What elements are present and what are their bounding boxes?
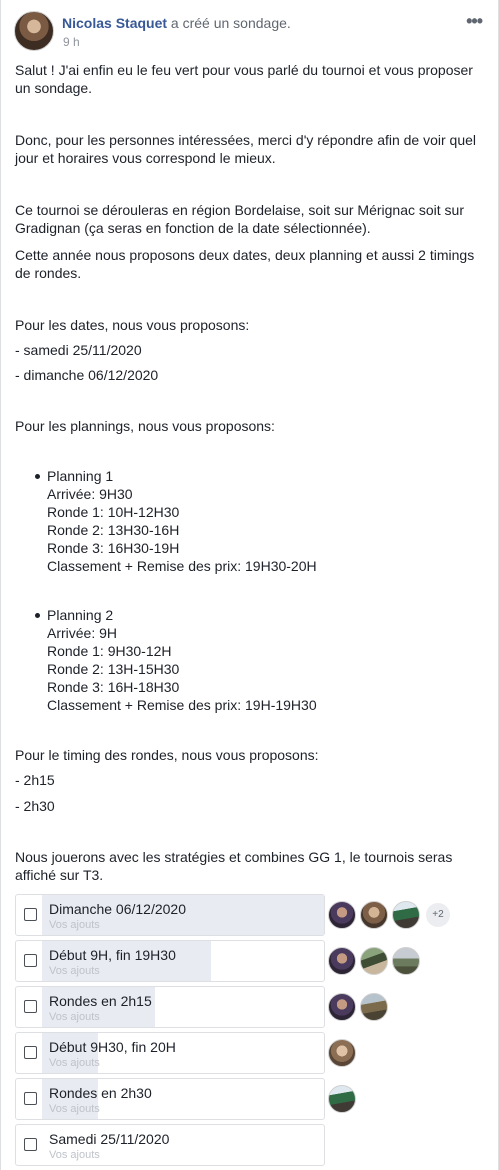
closing-paragraph: Nous jouerons avec les stratégies et com… — [15, 848, 485, 884]
planning-line: Ronde 3: 16H30-19H — [47, 540, 180, 556]
voter-avatar[interactable] — [392, 947, 420, 975]
poll-option-label: Dimanche 06/12/2020 — [49, 901, 186, 917]
planning-line: Arrivée: 9H30 — [47, 486, 133, 502]
voter-avatar[interactable] — [328, 901, 356, 929]
poll-option-label: Rondes en 2h15 — [49, 993, 152, 1009]
poll-option-sub: Vos ajouts — [49, 919, 100, 931]
voter-avatar[interactable] — [392, 901, 420, 929]
voter-avatar[interactable] — [360, 901, 388, 929]
more-voters-badge[interactable]: +2 — [426, 903, 450, 927]
poll-option[interactable]: Samedi 25/11/2020 Vos ajouts — [15, 1124, 325, 1166]
text-line: un sondage. — [15, 80, 93, 96]
post-paragraph: Salut ! J'ai enfin eu le feu vert pour v… — [15, 61, 485, 97]
planning-line: Ronde 1: 9H30-12H — [47, 643, 172, 659]
poll-checkbox[interactable] — [24, 1138, 37, 1151]
text-line: de rondes. — [15, 265, 82, 281]
plannings-intro: Pour les plannings, nous vous proposons: — [15, 418, 275, 434]
author-line: Nicolas Staquet a créé un sondage. — [62, 15, 291, 31]
more-options-icon[interactable]: ••• — [466, 11, 483, 32]
text-line: Nous jouerons avec les stratégies et com… — [15, 849, 453, 865]
post-paragraph: Ce tournoi se dérouleras en région Borde… — [15, 201, 485, 237]
text-line: affiché sur T3. — [15, 867, 104, 883]
poll-option-sub: Vos ajouts — [49, 1057, 100, 1069]
planning-line: Ronde 2: 13H-15H30 — [47, 661, 180, 677]
text-line: Salut ! J'ai enfin eu le feu vert pour v… — [15, 62, 473, 78]
poll-option-label: Début 9H30, fin 20H — [49, 1039, 176, 1055]
voter-avatar[interactable] — [328, 1085, 356, 1113]
poll-option[interactable]: Rondes en 2h30 Vos ajouts — [15, 1078, 325, 1120]
dates-intro: Pour les dates, nous vous proposons: — [15, 317, 250, 333]
poll-option-sub: Vos ajouts — [49, 1011, 100, 1023]
poll-option-sub: Vos ajouts — [49, 1149, 100, 1161]
voter-avatar[interactable] — [360, 993, 388, 1021]
text-line: Gradignan (ça seras en fonction de la da… — [15, 220, 371, 236]
poll-checkbox[interactable] — [24, 954, 37, 967]
voter-avatar[interactable] — [328, 1039, 356, 1067]
author-name[interactable]: Nicolas Staquet — [62, 15, 167, 31]
planning-line: Ronde 3: 16H-18H30 — [47, 679, 180, 695]
planning-title: Planning 1 — [47, 468, 114, 484]
poll-checkbox[interactable] — [24, 1092, 37, 1105]
post-paragraph: Donc, pour les personnes intéressées, me… — [15, 131, 485, 167]
voter-avatar[interactable] — [328, 947, 356, 975]
poll-option[interactable]: Début 9H, fin 19H30 Vos ajouts — [15, 940, 325, 982]
planning-line: Ronde 2: 13H30-16H — [47, 522, 180, 538]
voter-avatar[interactable] — [360, 947, 388, 975]
date-option-text: - samedi 25/11/2020 — [15, 342, 142, 358]
voter-avatar[interactable] — [328, 993, 356, 1021]
poll-option-label: Samedi 25/11/2020 — [49, 1131, 170, 1147]
poll-option[interactable]: Début 9H30, fin 20H Vos ajouts — [15, 1032, 325, 1074]
post-action: a créé un sondage. — [170, 15, 291, 31]
poll-option-label: Début 9H, fin 19H30 — [49, 947, 176, 963]
planning-line: Arrivée: 9H — [47, 625, 118, 641]
poll-option-sub: Vos ajouts — [49, 965, 100, 977]
poll-post: Nicolas Staquet a créé un sondage. 9 h •… — [0, 0, 499, 1170]
planning-line: Ronde 1: 10H-12H30 — [47, 504, 180, 520]
poll-option[interactable]: Rondes en 2h15 Vos ajouts — [15, 986, 325, 1028]
poll-checkbox[interactable] — [24, 1046, 37, 1059]
planning-title: Planning 2 — [47, 607, 114, 623]
text-line: Ce tournoi se dérouleras en région Borde… — [15, 202, 465, 218]
bullet-icon — [35, 613, 40, 618]
timing-intro: Pour le timing des rondes, nous vous pro… — [15, 747, 319, 763]
author-avatar[interactable] — [14, 11, 54, 51]
poll-option-sub: Vos ajouts — [49, 1103, 100, 1115]
timing-option-text: - 2h15 — [15, 772, 55, 788]
timing-option-text: - 2h30 — [15, 798, 55, 814]
text-line: jour et horaires vous correspond le mieu… — [15, 150, 276, 166]
poll-checkbox[interactable] — [24, 1000, 37, 1013]
post-header: Nicolas Staquet a créé un sondage. 9 h •… — [14, 11, 484, 51]
text-line: Donc, pour les personnes intéressées, me… — [15, 132, 477, 148]
date-option-text: - dimanche 06/12/2020 — [15, 367, 159, 383]
planning-line: Classement + Remise des prix: 19H-19H30 — [47, 697, 317, 713]
post-paragraph: Cette année nous proposons deux dates, d… — [15, 246, 485, 282]
post-timestamp[interactable]: 9 h — [63, 35, 80, 49]
poll-checkbox[interactable] — [24, 908, 37, 921]
poll-option-label: Rondes en 2h30 — [49, 1085, 152, 1101]
text-line: Cette année nous proposons deux dates, d… — [15, 247, 475, 263]
planning-line: Classement + Remise des prix: 19H30-20H — [47, 558, 317, 574]
poll-option[interactable]: Dimanche 06/12/2020 Vos ajouts — [15, 894, 325, 936]
bullet-icon — [35, 474, 40, 479]
